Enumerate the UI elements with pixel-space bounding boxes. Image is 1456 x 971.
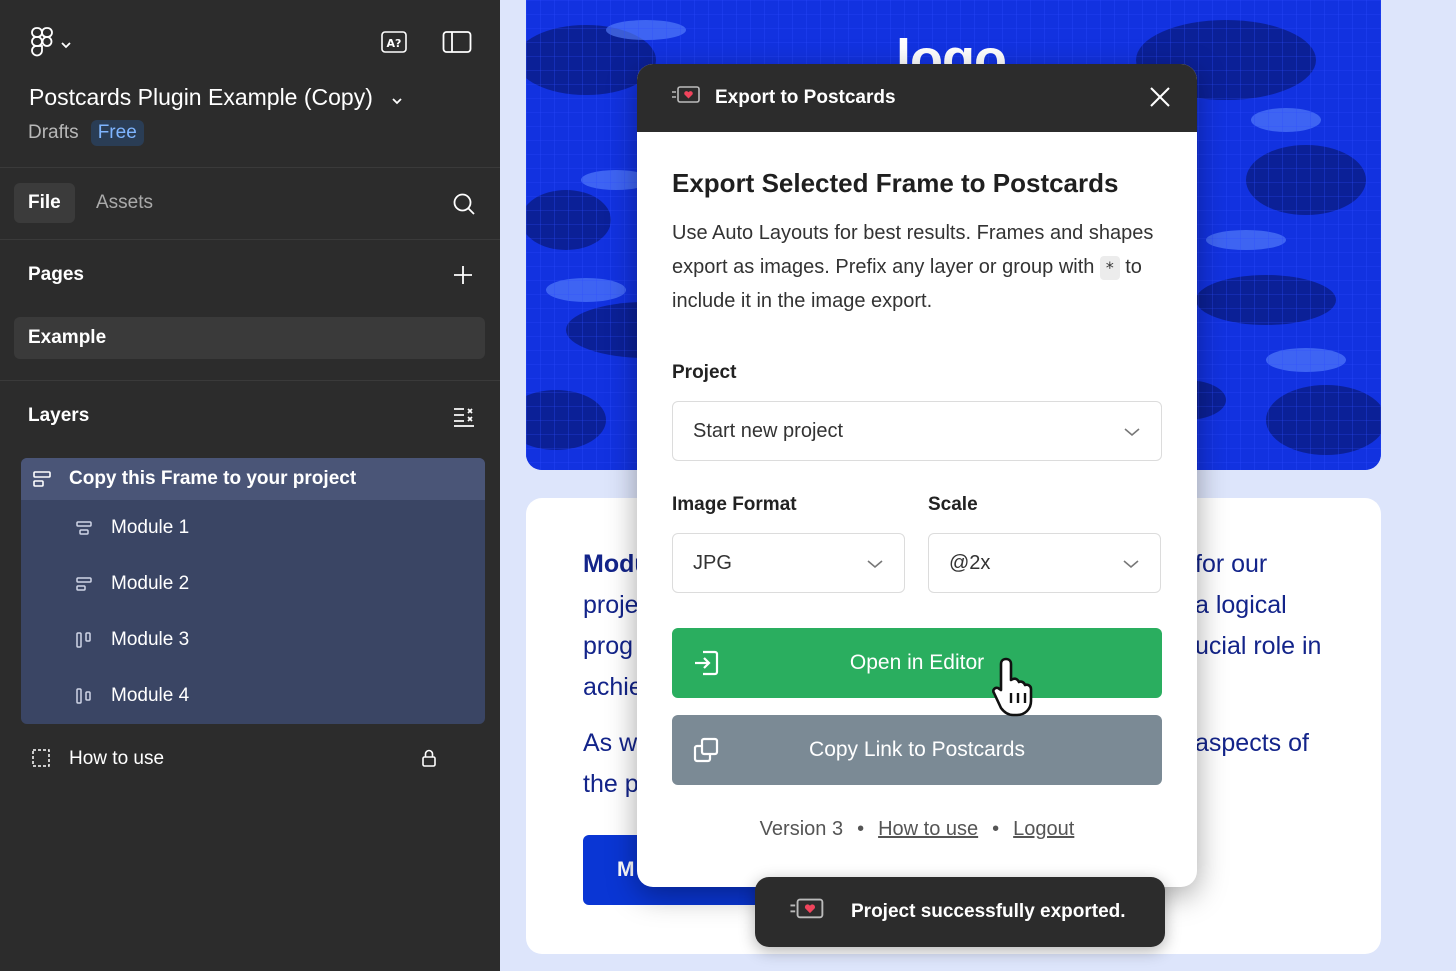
para-text: ucial role in [1195,632,1322,660]
scale-select[interactable]: @2x [928,533,1161,593]
auto-layout-horizontal-icon [73,685,95,707]
lock-icon[interactable] [421,748,437,774]
para-text: a logical [1195,591,1287,619]
tab-assets[interactable]: Assets [82,183,167,223]
modal-header: Export to Postcards [637,64,1197,132]
modal-title: Export Selected Frame to Postcards [672,168,1119,198]
main-menu-button[interactable] [30,26,72,63]
layers-section: Layers [0,381,500,451]
collapse-layers-icon[interactable] [450,403,478,431]
open-in-editor-button[interactable]: Open in Editor [672,628,1162,698]
format-scale-row: Image Format JPG Scale @2x [672,494,1162,593]
chevron-down-icon [1123,420,1141,443]
layer-label: Module 4 [111,685,190,706]
scale-label: Scale [928,494,978,515]
auto-layout-horizontal-icon [73,629,95,651]
layers-title: Layers [28,405,90,426]
modal-footer: Version 3 • How to use • Logout [672,818,1162,841]
file-title: Postcards Plugin Example (Copy) [29,84,373,110]
prefix-code: * [1099,256,1120,280]
layer-label: Module 3 [111,629,190,650]
file-meta: Drafts Free [28,120,144,146]
chevron-down-icon [866,552,884,575]
layer-row-how-to-use[interactable]: How to use [21,724,485,794]
format-select-value: JPG [693,551,732,574]
auto-layout-vertical-icon [73,573,95,595]
auto-layout-vertical-icon [31,468,53,490]
open-in-editor-label: Open in Editor [849,651,985,674]
scale-group: Scale @2x [928,494,1161,593]
postcard-heart-icon [789,896,825,928]
format-select[interactable]: JPG [672,533,905,593]
page-item-example[interactable]: Example [14,317,485,359]
para-text: prog [583,632,634,660]
ai-text-icon[interactable]: A? [380,28,408,56]
figma-logo-icon [30,26,54,63]
desc-text: Use Auto Layouts for best results. Frame… [672,222,1154,278]
modal-header-title: Export to Postcards [715,87,896,108]
toast-message: Project successfully exported. [851,901,1126,922]
success-toast: Project successfully exported. [755,877,1165,947]
para-text: achie [583,673,643,701]
chevron-down-icon [1122,552,1140,575]
layer-label: Copy this Frame to your project [69,468,357,489]
how-to-use-link[interactable]: How to use [878,818,978,841]
project-select-value: Start new project [693,419,844,442]
chevron-down-icon [60,36,72,54]
modal-body: Export Selected Frame to Postcards Use A… [672,132,1162,841]
para-text: proje [583,591,639,619]
file-header: A? Postcards Plugin Example (Copy) Draft… [0,0,500,168]
para-text: aspects of [1195,729,1309,757]
scale-select-value: @2x [949,551,991,574]
layer-label: How to use [69,748,165,769]
layer-label: Module 1 [111,517,190,538]
layer-label: Module 2 [111,573,190,594]
chevron-down-icon [391,84,403,111]
layer-row-frame[interactable]: Copy this Frame to your project [21,458,485,500]
export-modal: Export to Postcards Export Selected Fram… [637,64,1197,887]
toggle-sidebar-icon[interactable] [442,28,472,56]
pages-section: Pages Example [0,240,500,381]
tab-file[interactable]: File [14,183,75,223]
layer-group-frame: Copy this Frame to your project Module 1… [21,458,485,724]
layers-tree: Copy this Frame to your project Module 1… [21,458,485,794]
pages-title: Pages [28,264,84,285]
copy-link-label: Copy Link to Postcards [809,738,1025,761]
para-text: As w [583,729,638,757]
plan-badge: Free [90,120,144,146]
search-icon[interactable] [450,190,478,218]
svg-text:A?: A? [387,37,402,50]
panel-tabs: File Assets [0,168,500,240]
project-select[interactable]: Start new project [672,401,1162,461]
layer-row-module-4[interactable]: Module 4 [21,668,485,724]
project-label: Project [672,362,737,383]
copy-link-button[interactable]: Copy Link to Postcards [672,715,1162,785]
modal-description: Use Auto Layouts for best results. Frame… [672,216,1162,318]
file-title-button[interactable]: Postcards Plugin Example (Copy) [29,84,403,111]
para-text: the p [583,770,639,798]
copy-icon [692,736,720,770]
hand-pointer-icon [990,655,1046,722]
layer-row-module-3[interactable]: Module 3 [21,612,485,668]
postcard-heart-icon [671,84,701,112]
format-group: Image Format JPG [672,494,905,593]
add-page-plus-icon[interactable] [450,262,476,288]
close-icon[interactable] [1147,84,1173,110]
frame-dashed-icon [31,748,53,770]
separator-dot: • [992,818,1000,840]
separator-dot: • [857,818,865,840]
logout-link[interactable]: Logout [1013,818,1074,841]
layer-row-module-2[interactable]: Module 2 [21,556,485,612]
version-text: Version 3 [759,818,844,840]
left-sidebar: A? Postcards Plugin Example (Copy) Draft… [0,0,500,971]
para-text: for our [1195,550,1268,578]
location-label[interactable]: Drafts [28,122,79,144]
enter-editor-icon [692,649,720,683]
auto-layout-vertical-icon [73,517,95,539]
format-label: Image Format [672,494,797,515]
layer-row-module-1[interactable]: Module 1 [21,500,485,556]
